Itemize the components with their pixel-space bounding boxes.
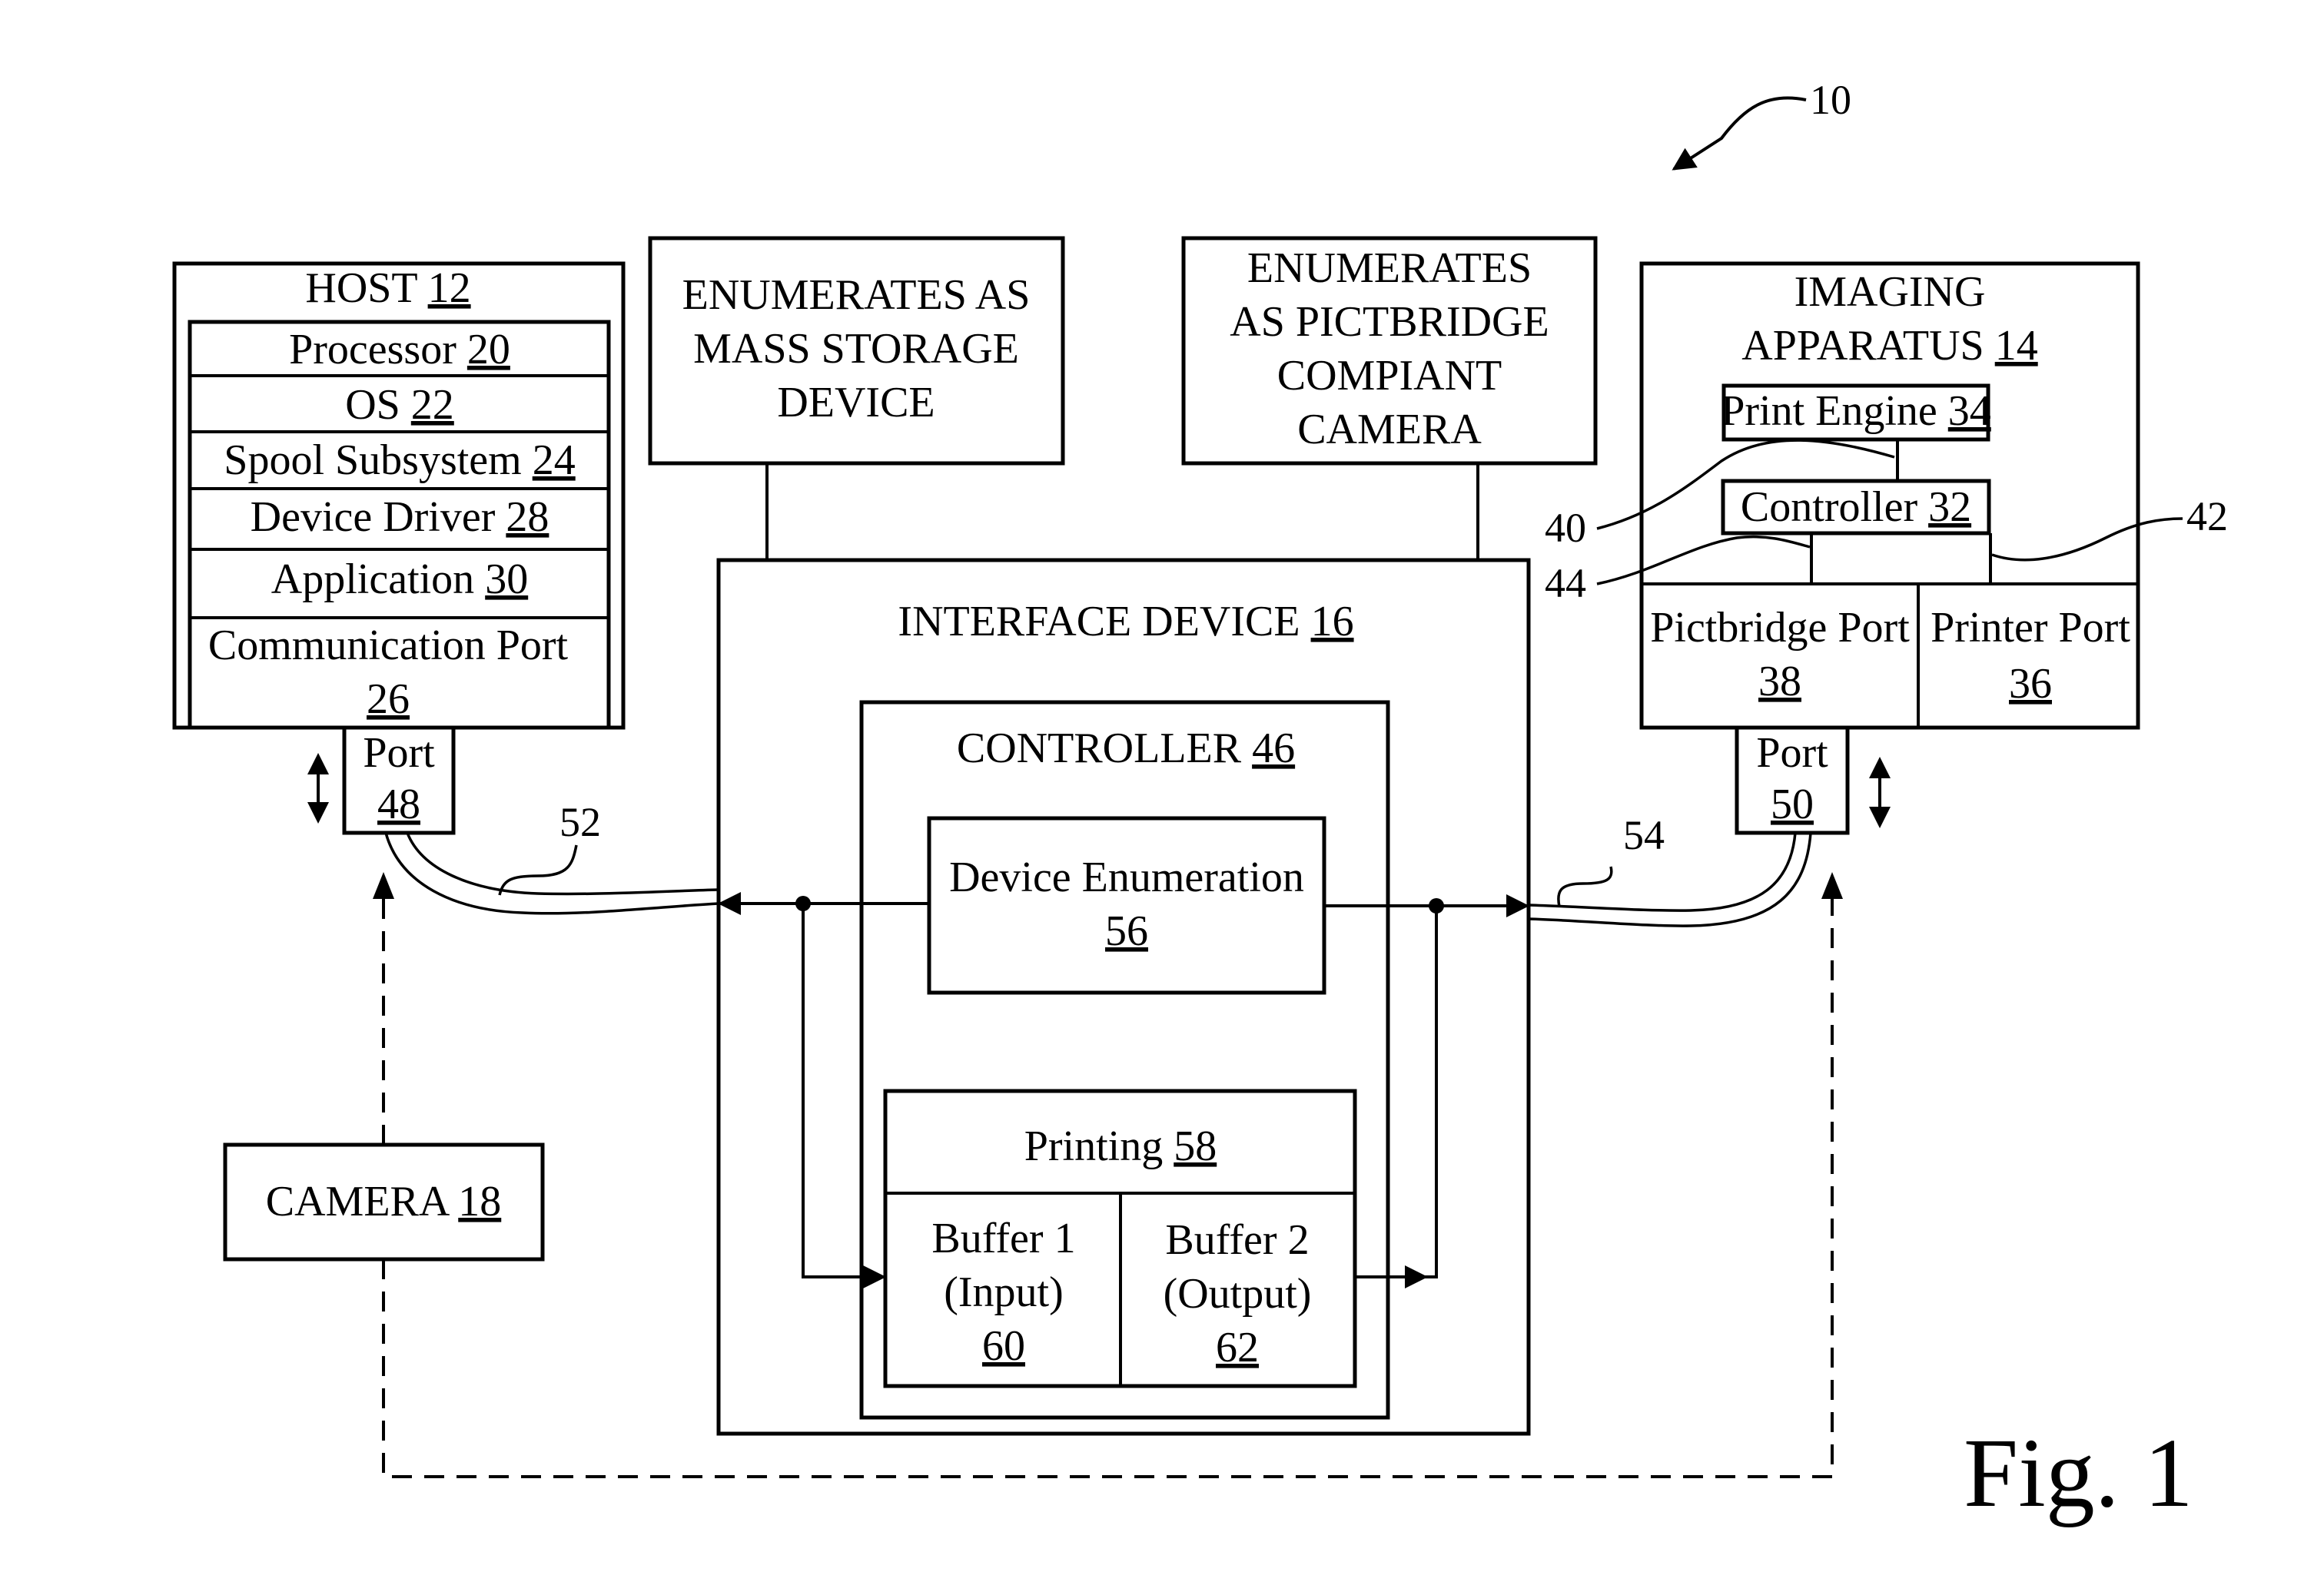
device-enumeration-box bbox=[927, 816, 1326, 995]
figure-label: Fig. 1 bbox=[1964, 1418, 2193, 1527]
interface-device-block: INTERFACE DEVICE 16 CONTROLLER 46 Device… bbox=[716, 558, 1531, 1436]
buffer-input-ref: 60 bbox=[982, 1322, 1025, 1370]
cable-54-leader bbox=[1557, 866, 1613, 907]
host-component-processor: Processor 20 bbox=[289, 326, 510, 373]
port-48-ref: 48 bbox=[377, 781, 420, 828]
cable-52-ref: 52 bbox=[559, 799, 601, 845]
host-block: HOST 12 Processor 20 OS 22 Spool Subsyst… bbox=[172, 261, 626, 730]
bidirectional-arrow-icon bbox=[1869, 757, 1891, 828]
host-title: HOST 12 bbox=[305, 264, 470, 312]
host-component-spool-subsystem: Spool Subsystem 24 bbox=[224, 436, 575, 484]
camera-label: CAMERA 18 bbox=[266, 1178, 502, 1225]
host-component-os: OS 22 bbox=[345, 381, 454, 429]
device-enumeration-ref: 56 bbox=[1105, 907, 1148, 955]
system-ref-leader-arrow bbox=[1672, 96, 1807, 171]
patent-diagram: 10 HOST 12 Processor 20 OS 22 Spool Subs… bbox=[172, 77, 2228, 1527]
port-48-label: Port bbox=[363, 729, 435, 777]
port-50-block: Port 50 bbox=[1735, 725, 1891, 835]
device-enumeration-label: Device Enumeration bbox=[949, 854, 1304, 901]
interface-device-title: INTERFACE DEVICE 16 bbox=[898, 598, 1353, 645]
bidirectional-arrow-icon bbox=[307, 753, 329, 824]
port-50-label: Port bbox=[1756, 729, 1828, 777]
pictbridge-line-2: AS PICTBRIDGE bbox=[1230, 298, 1549, 346]
link-44-ref: 44 bbox=[1545, 560, 1586, 606]
link-42-ref: 42 bbox=[2186, 493, 2228, 539]
printer-port-ref: 36 bbox=[2009, 660, 2052, 708]
system-ref-number: 10 bbox=[1810, 77, 1851, 123]
printer-port-label: Printer Port bbox=[1931, 604, 2130, 652]
cable-54-ref: 54 bbox=[1623, 812, 1665, 858]
host-component-application: Application 30 bbox=[271, 555, 528, 603]
host-component-communication-port: Communication Port bbox=[208, 622, 569, 669]
imaging-apparatus-title-2: APPARATUS 14 bbox=[1741, 322, 2037, 370]
mass-storage-line-1: ENUMERATES AS bbox=[682, 271, 1031, 319]
cable-52-leader bbox=[498, 844, 578, 896]
pictbridge-line-4: CAMERA bbox=[1297, 406, 1482, 453]
printing-label: Printing 58 bbox=[1024, 1122, 1217, 1170]
pictbridge-port-label: Pictbridge Port bbox=[1650, 604, 1910, 652]
host-component-communication-port-ref: 26 bbox=[367, 675, 410, 723]
pictbridge-line-3: COMPIANT bbox=[1277, 352, 1502, 400]
buffer-output-line-1: Buffer 2 bbox=[1165, 1216, 1309, 1264]
buffer-output-ref: 62 bbox=[1216, 1324, 1259, 1371]
mass-storage-line-3: DEVICE bbox=[777, 379, 935, 426]
host-component-device-driver: Device Driver 28 bbox=[251, 493, 549, 541]
imaging-apparatus-title-1: IMAGING bbox=[1794, 268, 1986, 316]
buffer-input-line-1: Buffer 1 bbox=[931, 1215, 1075, 1262]
buffer-input-line-2: (Input) bbox=[944, 1268, 1064, 1316]
pictbridge-line-1: ENUMERATES bbox=[1247, 244, 1532, 292]
print-engine-label: Print Engine 34 bbox=[1721, 387, 1991, 435]
system-reference: 10 bbox=[1672, 77, 1851, 171]
port-50-ref: 50 bbox=[1771, 781, 1814, 828]
imaging-controller-label: Controller 32 bbox=[1741, 483, 1971, 531]
interface-controller-title: CONTROLLER 46 bbox=[957, 725, 1295, 772]
mass-storage-line-2: MASS STORAGE bbox=[693, 325, 1019, 373]
port-48-block: Port 48 bbox=[307, 725, 456, 835]
imaging-apparatus-block: IMAGING APPARATUS 14 Print Engine 34 Con… bbox=[1545, 261, 2228, 730]
buffer-output-line-2: (Output) bbox=[1164, 1270, 1312, 1318]
link-40-ref: 40 bbox=[1545, 505, 1586, 551]
pictbridge-port-ref: 38 bbox=[1758, 658, 1801, 705]
